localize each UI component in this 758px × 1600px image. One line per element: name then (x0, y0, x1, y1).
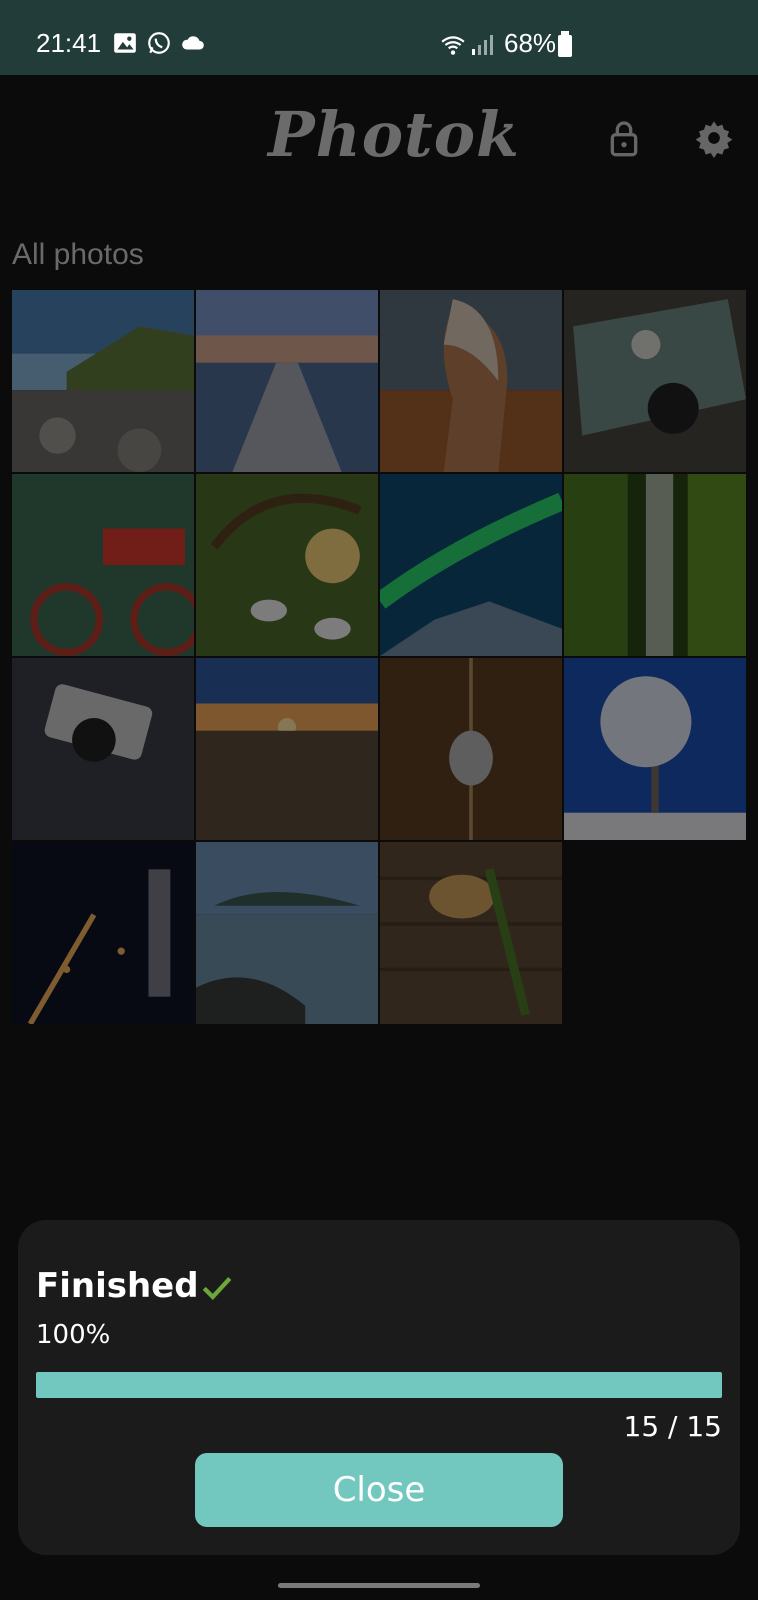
wifi-icon (441, 36, 465, 55)
battery-icon (558, 31, 572, 57)
photo-tile[interactable] (380, 842, 562, 1024)
photo-tile[interactable] (564, 658, 746, 840)
settings-gear-icon[interactable] (694, 118, 734, 158)
checkmark-icon (202, 1277, 232, 1300)
home-indicator[interactable] (278, 1583, 480, 1588)
status-bar: 21:41 68% (0, 0, 758, 75)
app-logo: Photok (268, 98, 521, 171)
photo-tile[interactable] (12, 842, 194, 1024)
whatsapp-icon (148, 32, 170, 54)
photo-tile[interactable] (196, 290, 378, 472)
progress-bar-fill (36, 1372, 722, 1398)
status-time: 21:41 (36, 28, 102, 58)
notification-icons (112, 30, 206, 56)
photo-tile[interactable] (564, 290, 746, 472)
photo-tile[interactable] (12, 658, 194, 840)
cloud-icon (182, 36, 204, 50)
progress-sheet: Finished 100% 15 / 15 Close (18, 1220, 740, 1555)
signal-icon (472, 35, 493, 55)
section-title-all-photos: All photos (12, 238, 144, 271)
photo-tile[interactable] (380, 290, 562, 472)
photo-tile[interactable] (196, 474, 378, 656)
close-button[interactable]: Close (195, 1453, 563, 1527)
photo-tile[interactable] (12, 474, 194, 656)
photo-tile[interactable] (196, 658, 378, 840)
progress-count: 15 / 15 (623, 1410, 723, 1443)
image-icon (114, 33, 136, 53)
lock-icon[interactable] (604, 118, 644, 158)
battery-percent: 68% (504, 28, 557, 58)
photo-tile[interactable] (380, 658, 562, 840)
progress-status-title: Finished (36, 1266, 199, 1306)
progress-percent: 100% (36, 1320, 111, 1350)
photo-tile[interactable] (380, 474, 562, 656)
photo-tile[interactable] (196, 842, 378, 1024)
progress-bar (36, 1372, 722, 1398)
photo-tile[interactable] (564, 474, 746, 656)
photo-tile[interactable] (12, 290, 194, 472)
